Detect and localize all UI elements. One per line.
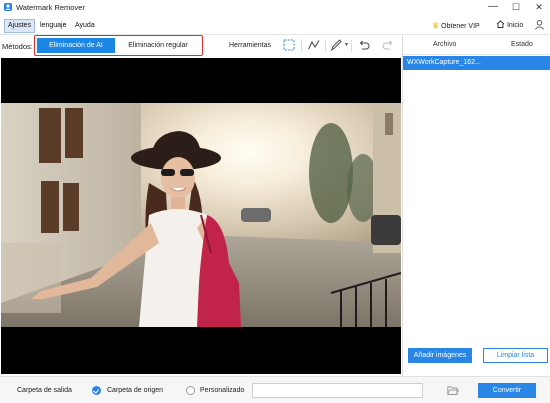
app-logo-icon (4, 3, 12, 11)
convert-button[interactable]: Convertir (478, 383, 536, 398)
menu-ajustes[interactable]: Ajustes (4, 19, 35, 33)
toolbar-divider (351, 40, 352, 52)
custom-folder-label: Personalizado (200, 387, 245, 394)
add-images-button[interactable]: Añadir imágenes (408, 348, 472, 363)
methods-label: Métodos: (2, 42, 33, 51)
output-path-input[interactable] (252, 383, 423, 398)
toolbar-divider (301, 40, 302, 52)
folder-open-icon[interactable] (447, 385, 459, 396)
file-name: WXWorkCapture_162... (407, 59, 481, 66)
home-icon (496, 20, 505, 28)
minimize-button[interactable]: — (487, 1, 499, 13)
redo-icon[interactable] (381, 38, 395, 52)
menu-lenguaje[interactable]: lenguaje (37, 19, 69, 33)
output-bar: Carpeta de salida Carpeta de origen Pers… (0, 376, 550, 403)
file-list-panel: Archivo Estado WXWorkCapture_162... Añad… (402, 35, 550, 376)
close-button[interactable]: ✕ (533, 1, 545, 13)
column-header-status: Estado (511, 41, 533, 48)
home-button[interactable]: Inicio (496, 20, 523, 32)
column-header-file: Archivo (433, 41, 457, 48)
regular-removal-tab[interactable]: Eliminación regular (115, 38, 201, 53)
app-title: Watermark Remover (16, 3, 85, 12)
menu-ayuda[interactable]: Ayuda (72, 19, 98, 33)
title-bar: Watermark Remover — ☐ ✕ (0, 0, 550, 15)
home-label: Inicio (506, 22, 524, 29)
image-canvas[interactable] (1, 58, 401, 374)
header-divider (403, 54, 550, 55)
chevron-down-icon[interactable]: ▼ (344, 42, 349, 48)
file-list-item[interactable]: WXWorkCapture_162... (403, 56, 550, 70)
origin-folder-label: Carpeta de origen (107, 387, 164, 394)
ai-removal-tab[interactable]: Eliminación de AI (37, 38, 115, 53)
origin-folder-radio[interactable] (92, 386, 101, 395)
crown-icon: ♛ (432, 21, 440, 30)
output-folder-label: Carpeta de salida (17, 387, 72, 394)
clear-list-button[interactable]: Limpiar lista (483, 348, 548, 363)
brush-icon[interactable] (329, 38, 343, 52)
menu-bar: Ajustes lenguaje Ayuda ♛ Obtener VIP Inic… (0, 15, 550, 35)
custom-folder-radio[interactable] (186, 386, 195, 395)
toolbar: Métodos: Eliminación de AI Eliminación r… (0, 35, 402, 58)
undo-icon[interactable] (357, 38, 371, 52)
toolbar-divider (325, 40, 326, 52)
lasso-icon[interactable] (307, 38, 321, 52)
vip-label: Obtener VIP (441, 23, 480, 30)
tools-label: Herramientas (229, 42, 272, 49)
get-vip-button[interactable]: ♛ Obtener VIP (432, 20, 480, 32)
user-account-icon[interactable] (534, 19, 545, 30)
rectangle-select-icon[interactable] (282, 38, 296, 52)
preview-image (1, 103, 401, 327)
maximize-button[interactable]: ☐ (510, 1, 522, 13)
